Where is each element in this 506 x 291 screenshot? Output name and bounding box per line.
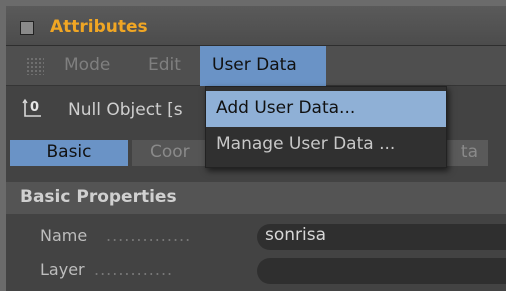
layer-field[interactable]: [257, 258, 506, 284]
section-title: Basic Properties: [20, 187, 177, 207]
panel-toggle-checkbox[interactable]: [20, 21, 34, 35]
tab-coord[interactable]: Coor: [132, 140, 212, 166]
property-leader-dots: ..............: [106, 226, 192, 245]
user-data-dropdown: Add User Data... Manage User Data ...: [205, 86, 447, 168]
section-header: Basic Properties: [6, 182, 506, 214]
menu-item-manage-user-data[interactable]: Manage User Data ...: [206, 127, 446, 163]
property-label: Name: [40, 226, 88, 245]
menu-mode[interactable]: Mode: [64, 55, 110, 75]
property-leader-dots: .............: [94, 260, 174, 279]
menubar: Mode Edit User Data: [6, 46, 506, 86]
grip-icon[interactable]: [26, 57, 44, 75]
menu-user-data[interactable]: User Data: [200, 46, 326, 86]
property-row-layer: Layer .............: [6, 256, 506, 286]
panel-title: Attributes: [50, 17, 148, 37]
svg-text:0: 0: [30, 100, 39, 115]
menu-item-add-user-data[interactable]: Add User Data...: [206, 91, 446, 127]
property-row-name: Name .............. sonrisa: [6, 222, 506, 252]
property-label: Layer: [40, 260, 85, 279]
null-object-icon: 0: [22, 98, 41, 117]
panel-titlebar: Attributes: [6, 6, 506, 46]
object-name-label: Null Object [s: [68, 100, 183, 120]
tab-basic[interactable]: Basic: [10, 140, 128, 166]
menu-edit[interactable]: Edit: [148, 55, 181, 75]
name-field[interactable]: sonrisa: [257, 224, 506, 250]
